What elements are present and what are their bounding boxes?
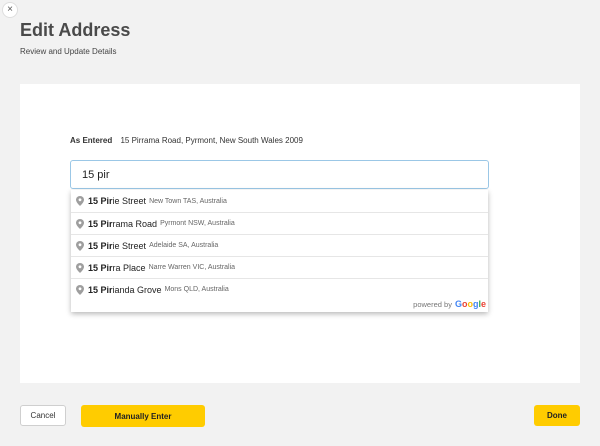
suggestion-item[interactable]: 15 Pirra Place Narre Warren VIC, Australi… <box>71 256 488 278</box>
manually-enter-button[interactable]: Manually Enter <box>81 405 205 427</box>
map-pin-icon <box>76 196 84 206</box>
suggestion-match: 15 Pir <box>88 240 113 251</box>
google-logo-letter: G <box>454 299 462 309</box>
suggestion-item[interactable]: 15 Pirie Street Adelaide SA, Australia <box>71 234 488 256</box>
suggestion-rest: ie Street <box>112 240 147 251</box>
suggestion-main-text: 15 Pirrama Road <box>88 219 157 229</box>
suggestion-main-text: 15 Pirie Street <box>88 241 146 251</box>
suggestion-main-text: 15 Pirie Street <box>88 196 146 206</box>
address-search-input[interactable] <box>70 160 489 189</box>
as-entered-label: As Entered <box>70 136 113 145</box>
page-subtitle: Review and Update Details <box>20 47 117 56</box>
suggestion-secondary: New Town TAS, Australia <box>149 197 227 205</box>
done-button[interactable]: Done <box>534 405 580 426</box>
suggestion-rest: ianda Grove <box>112 284 162 295</box>
suggestion-main-text: 15 Pirianda Grove <box>88 285 162 295</box>
suggestion-secondary: Narre Warren VIC, Australia <box>148 264 236 271</box>
powered-by-google: powered by Google <box>413 299 486 309</box>
map-pin-icon <box>76 284 84 295</box>
as-entered-row: As Entered 15 Pirrama Road, Pyrmont, New… <box>70 136 303 145</box>
as-entered-value: 15 Pirrama Road, Pyrmont, New South Wale… <box>120 136 303 145</box>
suggestion-secondary: Adelaide SA, Australia <box>149 242 219 249</box>
suggestion-rest: rama Road <box>112 218 158 229</box>
google-logo-letter: e <box>480 299 486 309</box>
suggestion-item[interactable]: 15 Pirie Street New Town TAS, Australia <box>71 190 488 212</box>
map-pin-icon <box>76 240 84 251</box>
page-title: Edit Address <box>20 20 131 40</box>
suggestion-match: 15 Pir <box>88 196 113 206</box>
suggestion-list: 15 Pirie Street New Town TAS, Australia 15… <box>71 190 488 300</box>
suggestion-item[interactable]: 15 Pirianda Grove Mons QLD, Australia <box>71 278 488 300</box>
address-card: As Entered 15 Pirrama Road, Pyrmont, New… <box>20 84 580 383</box>
google-logo: Google <box>455 299 486 309</box>
suggestion-match: 15 Pir <box>88 262 113 273</box>
powered-by-text: powered by <box>413 299 452 309</box>
suggestion-main-text: 15 Pirra Place <box>88 263 146 273</box>
close-button[interactable]: × <box>2 2 18 18</box>
map-pin-icon <box>76 218 84 229</box>
suggestion-secondary: Pyrmont NSW, Australia <box>160 220 235 227</box>
suggestion-rest: ra Place <box>112 262 146 273</box>
cancel-button[interactable]: Cancel <box>20 405 66 426</box>
suggestion-match: 15 Pir <box>88 218 113 229</box>
suggestion-match: 15 Pir <box>88 284 113 295</box>
suggestion-secondary: Mons QLD, Australia <box>164 286 229 293</box>
suggestion-rest: ie Street <box>112 196 147 206</box>
suggestion-item[interactable]: 15 Pirrama Road Pyrmont NSW, Australia <box>71 212 488 234</box>
map-pin-icon <box>76 262 84 273</box>
autocomplete-dropdown: 15 Pirie Street New Town TAS, Australia 15… <box>71 190 488 312</box>
close-icon: × <box>7 4 13 15</box>
